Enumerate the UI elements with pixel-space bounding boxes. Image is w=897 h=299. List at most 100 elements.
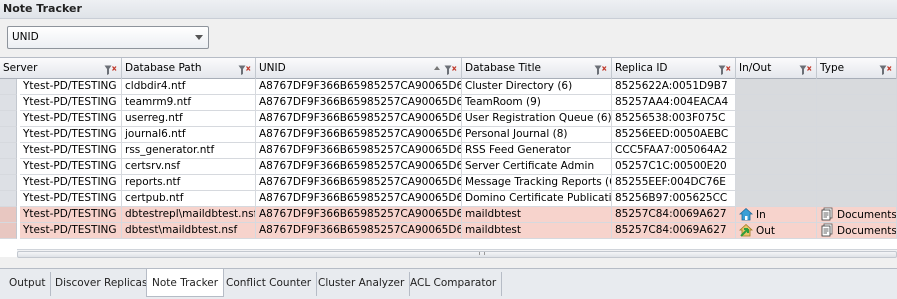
table-row[interactable]: Ytest-PD/TESTING userreg.ntf A8767DF9F366B… (0, 111, 897, 127)
cell-title: maildbtest (462, 207, 612, 223)
filter-icon[interactable] (799, 63, 812, 75)
column-header-replica[interactable]: Replica ID (612, 58, 736, 79)
row-indicator[interactable] (0, 127, 17, 143)
cell-text: Ytest-PD/TESTING (23, 112, 117, 124)
cell-text: maildbtest (465, 208, 521, 220)
house-out-icon (738, 223, 754, 237)
column-header-title[interactable]: Database Title (462, 58, 612, 79)
cell-inout (736, 159, 817, 175)
row-indicator[interactable] (0, 79, 17, 95)
cell-inout (736, 111, 817, 127)
cell-replica: 85257AA4:004EACA4 (612, 95, 736, 111)
cell-type (817, 127, 897, 143)
cell-type (817, 191, 897, 207)
cell-server: Ytest-PD/TESTING (20, 79, 122, 95)
cell-server: Ytest-PD/TESTING (20, 143, 122, 159)
cell-path: certsrv.nsf (122, 159, 256, 175)
row-indicator[interactable] (0, 159, 17, 175)
horizontal-scrollbar[interactable] (17, 249, 897, 258)
cell-inout: Out (736, 223, 817, 239)
cell-title: maildbtest (462, 223, 612, 239)
tab-conflict-counter[interactable]: Conflict Counter (221, 272, 318, 296)
cell-inout (736, 95, 817, 111)
filter-icon[interactable] (444, 63, 457, 75)
cell-replica: 85257C84:0069A627 (612, 223, 736, 239)
chevron-down-icon[interactable] (195, 35, 203, 40)
table-row[interactable]: Ytest-PD/TESTING dbtest\maildbtest.nsf A87… (0, 223, 897, 239)
cell-text: dbtest\maildbtest.nsf (125, 224, 238, 236)
cell-text: Ytest-PD/TESTING (23, 176, 117, 188)
table-row[interactable]: Ytest-PD/TESTING journal6.ntf A8767DF9F366… (0, 127, 897, 143)
scrollbar-thumb[interactable] (17, 251, 897, 258)
filter-icon[interactable] (594, 63, 607, 75)
column-header-unid[interactable]: UNID (256, 58, 462, 79)
cell-text: 85256EED:0050AEBC (615, 128, 729, 140)
cell-replica: 85256EED:0050AEBC (612, 127, 736, 143)
cell-text: A8767DF9F366B65985257CA90065D602 (259, 208, 462, 220)
cell-text: Ytest-PD/TESTING (23, 192, 117, 204)
tab-acl-comparator[interactable]: ACL Comparator (405, 272, 503, 296)
cell-text: A8767DF9F366B65985257CA90065D602 (259, 192, 462, 204)
table-row[interactable]: Ytest-PD/TESTING certpub.ntf A8767DF9F366B… (0, 191, 897, 207)
cell-path: userreg.ntf (122, 111, 256, 127)
cell-text: A8767DF9F366B65985257CA90065D602 (259, 160, 462, 172)
table-row[interactable]: Ytest-PD/TESTING dbtestrepl\maildbtest.ns… (0, 207, 897, 223)
cell-path: certpub.ntf (122, 191, 256, 207)
sort-ascending-icon[interactable] (434, 66, 440, 70)
tab-note-tracker[interactable]: Note Tracker (146, 269, 225, 297)
group-by-dropdown[interactable]: UNID (7, 26, 209, 49)
row-indicator[interactable] (0, 207, 17, 223)
cell-text: 85256538:003F075C (615, 112, 726, 124)
row-indicator[interactable] (0, 111, 17, 127)
cell-text: RSS Feed Generator (465, 144, 571, 156)
filter-icon[interactable] (718, 63, 731, 75)
cell-unid: A8767DF9F366B65985257CA90065D602 (256, 175, 462, 191)
table-row[interactable]: Ytest-PD/TESTING reports.ntf A8767DF9F366B… (0, 175, 897, 191)
cell-title: Server Certificate Admin (462, 159, 612, 175)
tab-discover-replicas[interactable]: Discover Replicas (50, 272, 154, 296)
row-indicator[interactable] (0, 143, 17, 159)
table-row[interactable]: Ytest-PD/TESTING rss_generator.ntf A8767DF… (0, 143, 897, 159)
cell-text: A8767DF9F366B65985257CA90065D602 (259, 128, 462, 140)
filter-icon[interactable] (238, 63, 251, 75)
cell-path: dbtest\maildbtest.nsf (122, 223, 256, 239)
cell-server: Ytest-PD/TESTING (20, 175, 122, 191)
cell-type (817, 175, 897, 191)
cell-server: Ytest-PD/TESTING (20, 111, 122, 127)
cell-text: A8767DF9F366B65985257CA90065D602 (259, 80, 462, 92)
tab-output[interactable]: Output (4, 272, 52, 296)
table-row[interactable]: Ytest-PD/TESTING cldbdir4.ntf A8767DF9F366… (0, 79, 897, 95)
row-indicator[interactable] (0, 95, 17, 111)
cell-replica: 85255EEF:004DC76E (612, 175, 736, 191)
documents-icon (820, 223, 834, 237)
cell-unid: A8767DF9F366B65985257CA90065D602 (256, 143, 462, 159)
table-row[interactable]: Ytest-PD/TESTING teamrm9.ntf A8767DF9F366B… (0, 95, 897, 111)
cell-server: Ytest-PD/TESTING (20, 95, 122, 111)
row-indicator[interactable] (0, 223, 17, 239)
cell-replica: 85256538:003F075C (612, 111, 736, 127)
cell-replica: 8525622A:0051D9B7 (612, 79, 736, 95)
cell-server: Ytest-PD/TESTING (20, 127, 122, 143)
filter-icon[interactable] (879, 63, 892, 75)
column-header-server[interactable]: Server (0, 58, 122, 79)
filter-icon[interactable] (104, 63, 117, 75)
row-indicator[interactable] (0, 191, 17, 207)
cell-text: 05257C1C:00500E20 (615, 160, 727, 172)
table-row[interactable]: Ytest-PD/TESTING certsrv.nsf A8767DF9F366B… (0, 159, 897, 175)
cell-path: dbtestrepl\maildbtest.nsf (122, 207, 256, 223)
cell-text: Ytest-PD/TESTING (23, 208, 117, 220)
cell-replica: CCC5FAA7:005064A2 (612, 143, 736, 159)
tab-cluster-analyzer[interactable]: Cluster Analyzer (313, 272, 411, 296)
cell-text: TeamRoom (9) (465, 96, 541, 108)
cell-title: RSS Feed Generator (462, 143, 612, 159)
cell-text: A8767DF9F366B65985257CA90065D602 (259, 96, 462, 108)
cell-path: cldbdir4.ntf (122, 79, 256, 95)
column-header-inout[interactable]: In/Out (736, 58, 817, 79)
cell-unid: A8767DF9F366B65985257CA90065D602 (256, 159, 462, 175)
column-header-path[interactable]: Database Path (122, 58, 256, 79)
cell-text: Out (756, 225, 776, 237)
cell-text: 85257C84:0069A627 (615, 208, 727, 220)
cell-inout (736, 175, 817, 191)
column-header-type[interactable]: Type (817, 58, 897, 79)
row-indicator[interactable] (0, 175, 17, 191)
